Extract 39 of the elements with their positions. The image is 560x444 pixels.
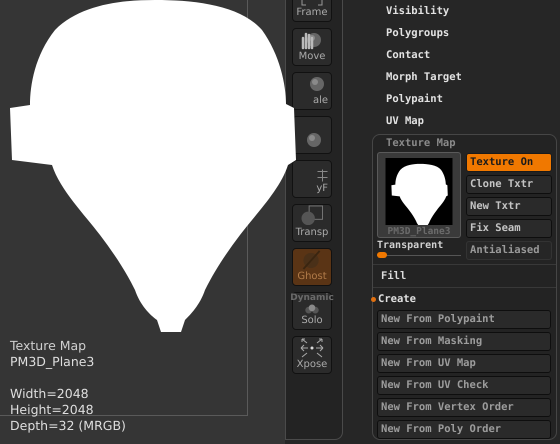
texture-button[interactable]: Fix Seam [466, 219, 552, 238]
frame-button[interactable]: Frame [292, 0, 332, 22]
fill-section[interactable]: Fill [373, 264, 556, 288]
create-button[interactable]: New From Vertex Order [377, 398, 551, 417]
create-section[interactable]: Create [378, 293, 416, 305]
transp-button[interactable]: Transp [292, 204, 332, 242]
texture-detail: Depth=32 (MRGB) [10, 418, 127, 434]
texture-button[interactable]: New Txtr [466, 197, 552, 216]
create-button[interactable]: New From Poly Order [377, 420, 551, 439]
move-button[interactable]: Move [292, 28, 332, 66]
transparency-slider[interactable] [377, 252, 461, 258]
menu-item[interactable]: Morph Target [386, 66, 560, 88]
frame-icon [301, 0, 323, 6]
texture-button[interactable]: Texture On [466, 153, 552, 172]
slider-label: Transparent [377, 240, 444, 251]
menu-item[interactable]: Polygroups [386, 22, 560, 44]
texture-name: PM3D_Plane3 [10, 354, 96, 370]
solo-button[interactable]: Dynamic Solo [292, 292, 332, 330]
xpose-button[interactable]: Xpose [292, 336, 332, 374]
texture-button[interactable]: Clone Txtr [466, 175, 552, 194]
menu-item[interactable]: Visibility [386, 0, 560, 22]
create-button[interactable]: New From UV Map [377, 354, 551, 373]
texture-title: Texture Map [10, 338, 88, 354]
arrows-icon [298, 338, 326, 358]
create-button[interactable]: New From UV Check [377, 376, 551, 395]
texture-detail: Width=2048 [10, 386, 90, 402]
menu-item[interactable]: UV Map [386, 110, 560, 132]
polyf-button[interactable]: yF [292, 160, 332, 198]
grid-icon [317, 169, 328, 182]
menu-item[interactable]: Contact [386, 44, 560, 66]
dynamic-label: Dynamic [290, 293, 334, 303]
create-button[interactable]: New From Masking [377, 332, 551, 351]
transparency-icon [299, 205, 325, 226]
scale-button[interactable]: ale [292, 72, 332, 110]
rotate-button[interactable] [292, 116, 332, 154]
texture-detail: Height=2048 [10, 402, 95, 418]
menu-item[interactable]: Polypaint [386, 88, 560, 110]
create-button[interactable]: New From Polypaint [377, 310, 551, 329]
panel-title: Texture Map [385, 136, 457, 151]
